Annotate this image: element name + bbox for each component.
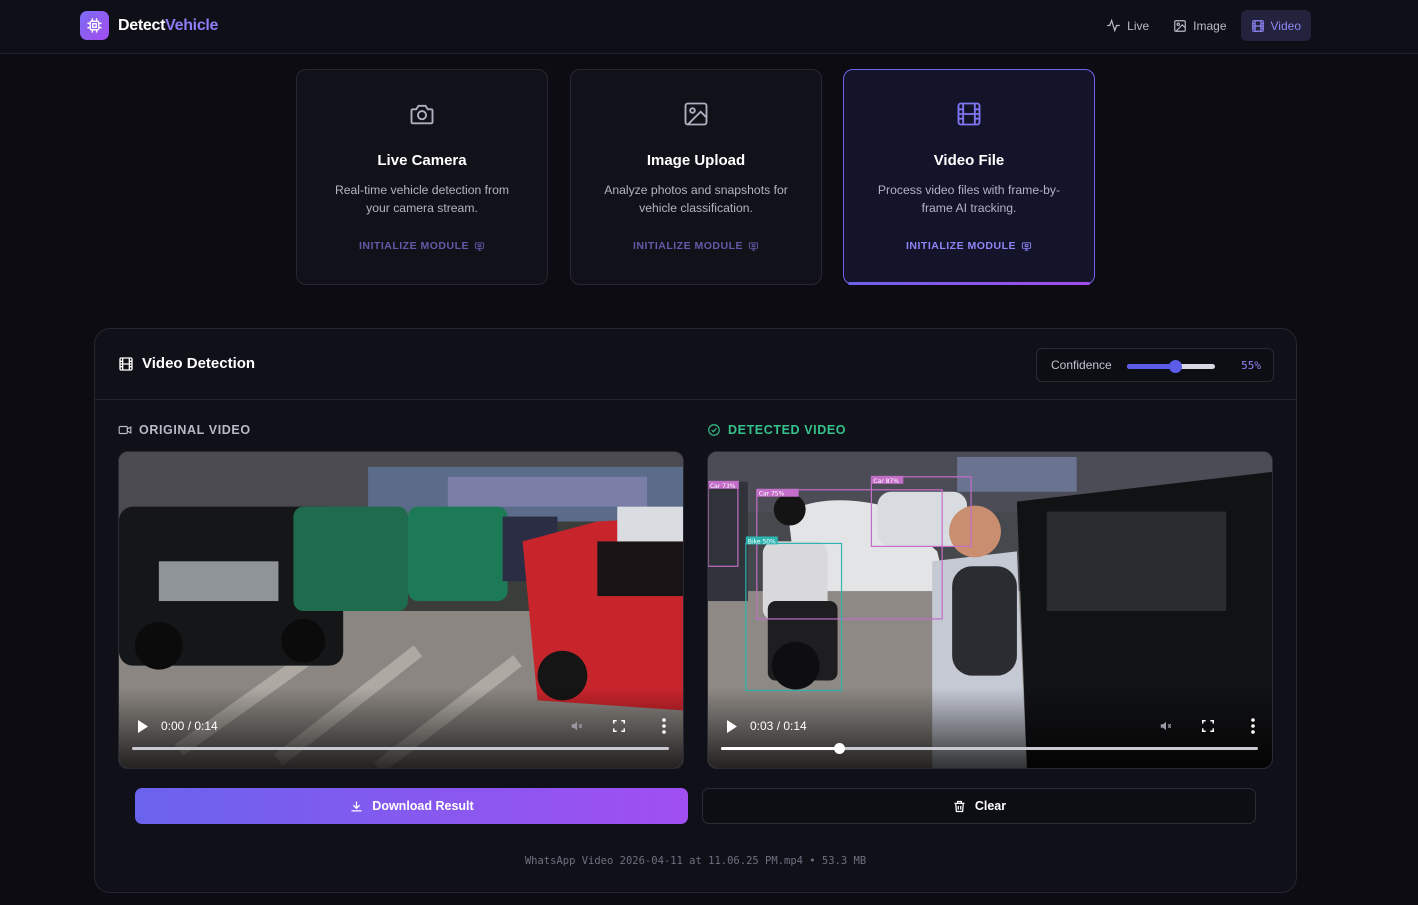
confidence-label: Confidence	[1051, 358, 1112, 372]
monitor-icon	[474, 241, 485, 251]
module-card-image-upload[interactable]: Image Upload Analyze photos and snapshot…	[570, 69, 822, 285]
image-icon	[684, 102, 708, 126]
module-title: Image Upload	[646, 152, 746, 169]
seek-bar-progress	[721, 747, 840, 750]
seek-bar-thumb[interactable]	[834, 743, 846, 754]
initialize-module-link[interactable]: INITIALIZE MODULE	[844, 240, 1094, 252]
film-icon	[957, 102, 981, 126]
original-video-player[interactable]: 0:00 / 0:14	[118, 451, 684, 769]
panel-header: Video Detection Confidence 55%	[95, 329, 1296, 400]
top-navbar: DetectVehicle Live Image Video	[0, 0, 1418, 54]
nav-video[interactable]: Video	[1240, 10, 1311, 41]
download-icon	[351, 801, 362, 811]
trash-icon	[954, 800, 965, 812]
video-seek-bar[interactable]	[721, 743, 1258, 754]
module-card-video-file[interactable]: Video File Process video files with fram…	[843, 69, 1095, 285]
detection-label: Car 73%	[710, 483, 736, 490]
nav-menu: Live Image Video	[1096, 10, 1311, 41]
fullscreen-icon[interactable]	[1201, 719, 1215, 733]
panel-title-text: Video Detection	[142, 355, 256, 372]
detection-label: Car 87%	[873, 478, 899, 485]
volume-muted-icon[interactable]	[1158, 719, 1174, 733]
initialize-module-label: INITIALIZE MODULE	[633, 240, 743, 252]
confidence-slider[interactable]	[1127, 360, 1215, 373]
nav-video-label: Video	[1270, 18, 1301, 33]
activity-icon	[1107, 18, 1120, 33]
detected-video-label: DETECTED VIDEO	[707, 423, 846, 437]
clear-button[interactable]: Clear	[702, 788, 1256, 824]
module-title: Live Camera	[377, 152, 467, 169]
play-icon[interactable]	[137, 720, 149, 733]
original-video-label-text: ORIGINAL VIDEO	[139, 423, 251, 437]
video-time: 0:00 / 0:14	[161, 719, 218, 733]
check-circle-icon	[708, 424, 720, 436]
nav-live[interactable]: Live	[1096, 10, 1159, 41]
video-camera-icon	[118, 425, 132, 435]
film-icon	[119, 356, 133, 371]
initialize-module-link[interactable]: INITIALIZE MODULE	[571, 240, 821, 252]
initialize-module-label: INITIALIZE MODULE	[359, 240, 469, 252]
video-controls: 0:03 / 0:14	[708, 688, 1272, 768]
detection-label: Car 75%	[759, 491, 785, 498]
chip-icon	[80, 11, 109, 40]
module-description: Process video files with frame-by-frame …	[877, 183, 1061, 215]
camera-icon	[410, 104, 434, 125]
initialize-module-link[interactable]: INITIALIZE MODULE	[297, 240, 547, 252]
confidence-value: 55%	[1241, 359, 1261, 372]
video-detection-panel: Video Detection Confidence 55% ORIGINAL …	[94, 328, 1297, 893]
clear-label: Clear	[974, 799, 1007, 813]
initialize-module-label: INITIALIZE MODULE	[906, 240, 1016, 252]
nav-live-label: Live	[1127, 18, 1150, 33]
volume-muted-icon[interactable]	[569, 719, 585, 733]
video-time: 0:03 / 0:14	[750, 719, 807, 733]
brand-name-part2: Vehicle	[165, 16, 219, 34]
nav-image[interactable]: Image	[1163, 10, 1236, 41]
video-controls: 0:00 / 0:14	[119, 688, 683, 768]
download-result-label: Download Result	[372, 799, 474, 813]
monitor-icon	[1021, 241, 1032, 251]
original-video-label: ORIGINAL VIDEO	[118, 423, 251, 437]
video-seek-bar[interactable]	[132, 747, 669, 750]
brand-name-part1: Detect	[118, 16, 166, 34]
brand-logo[interactable]: DetectVehicle	[80, 11, 218, 40]
more-options-icon[interactable]	[662, 718, 666, 734]
module-description: Real-time vehicle detection from your ca…	[334, 183, 510, 215]
module-description: Analyze photos and snapshots for vehicle…	[604, 183, 788, 215]
nav-image-label: Image	[1193, 18, 1227, 33]
more-options-icon[interactable]	[1251, 718, 1255, 734]
module-title: Video File	[933, 152, 1005, 169]
play-icon[interactable]	[726, 720, 738, 733]
detected-video-player[interactable]: Car 73% Car 75% Car 87% Bike 50% 0:03 / …	[707, 451, 1273, 769]
panel-title: Video Detection	[118, 355, 255, 372]
monitor-icon	[748, 241, 759, 251]
confidence-control: Confidence 55%	[1036, 348, 1274, 382]
image-icon	[1174, 19, 1186, 32]
confidence-slider-thumb[interactable]	[1169, 360, 1183, 373]
file-info: WhatsApp Video 2026-04-11 at 11.06.25 PM…	[524, 855, 867, 867]
detection-label: Bike 50%	[748, 538, 776, 545]
brand-name: DetectVehicle	[118, 17, 218, 35]
film-icon	[1251, 19, 1264, 32]
download-result-button[interactable]: Download Result	[135, 788, 688, 824]
detected-video-label-text: DETECTED VIDEO	[728, 423, 847, 437]
module-card-live-camera[interactable]: Live Camera Real-time vehicle detection …	[296, 69, 548, 285]
confidence-slider-fill	[1127, 364, 1176, 369]
fullscreen-icon[interactable]	[612, 719, 626, 733]
